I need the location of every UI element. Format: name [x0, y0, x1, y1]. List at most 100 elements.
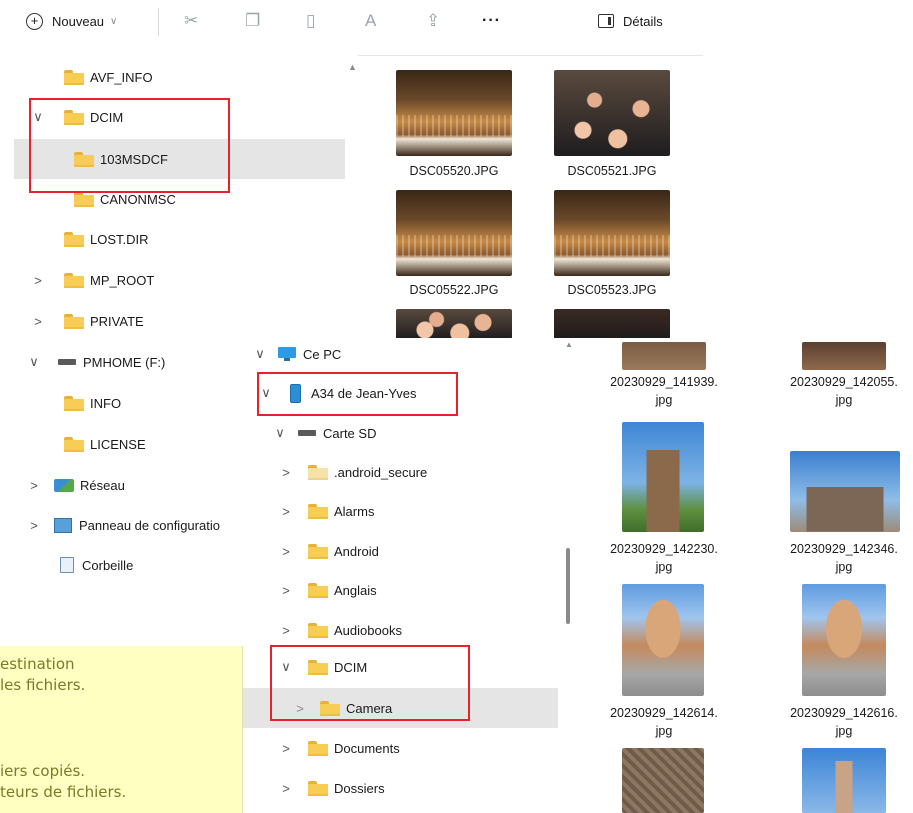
folder-icon	[308, 622, 328, 638]
chevron-right-icon[interactable]: >	[278, 544, 294, 559]
tree-item-network[interactable]: > Réseau	[26, 465, 236, 505]
image-thumbnail[interactable]	[802, 748, 886, 813]
tree-item-label: MP_ROOT	[90, 272, 155, 288]
chevron-right-icon[interactable]: >	[26, 478, 42, 493]
image-thumbnail[interactable]	[622, 422, 704, 532]
tree-item-dossiers[interactable]: > Dossiers	[278, 768, 562, 808]
image-thumbnail[interactable]	[790, 451, 900, 532]
share-icon[interactable]: ⇪	[426, 8, 440, 34]
tree-item-mp-root[interactable]: > MP_ROOT	[30, 260, 346, 300]
pc-icon	[278, 347, 296, 361]
tree-item-anglais[interactable]: > Anglais	[278, 570, 562, 610]
plus-circle-icon: +	[26, 12, 43, 30]
chevron-right-icon[interactable]: >	[30, 273, 46, 288]
folder-icon	[64, 231, 84, 247]
more-options-button[interactable]: ···	[482, 8, 501, 34]
tree-item-control-panel[interactable]: > Panneau de configuratio	[26, 505, 236, 545]
tree-item-android-secure[interactable]: > .android_secure	[278, 452, 562, 492]
highlight-box-phone-dcim	[270, 645, 470, 721]
image-thumbnail[interactable]	[396, 190, 512, 276]
tree-item-label: .android_secure	[334, 464, 428, 480]
image-thumbnail[interactable]	[396, 70, 512, 156]
folder-icon	[308, 582, 328, 598]
new-button[interactable]: + Nouveau ∨	[26, 8, 117, 34]
file-name-line2: jpg	[835, 560, 853, 574]
folder-icon	[308, 503, 328, 519]
highlight-box-back-dcim	[29, 98, 230, 193]
details-button[interactable]: Détails	[598, 8, 663, 34]
tree-item-pmhome[interactable]: ∨ PMHOME (F:)	[26, 342, 236, 382]
tree-item-license[interactable]: LICENSE	[46, 424, 236, 464]
tree-item-label: LICENSE	[90, 436, 146, 452]
tree-item-label: Réseau	[80, 477, 125, 493]
chevron-right-icon[interactable]: >	[278, 781, 294, 796]
tree-item-label: Audiobooks	[334, 622, 402, 638]
tree-item-audiobooks[interactable]: > Audiobooks	[278, 610, 562, 650]
chevron-right-icon[interactable]: >	[30, 314, 46, 329]
chevron-down-icon[interactable]: ∨	[26, 354, 42, 370]
tree-item-android[interactable]: > Android	[278, 531, 562, 571]
tree-item-sd-card[interactable]: ∨ Carte SD	[272, 413, 562, 453]
details-pane-icon	[598, 14, 614, 28]
scrollbar-thumb[interactable]	[566, 548, 570, 624]
file-name: DSC05520.JPG	[409, 164, 499, 178]
file-name-line2: jpg	[655, 724, 673, 738]
image-thumbnail[interactable]	[554, 190, 670, 276]
file-name: DSC05522.JPG	[409, 283, 499, 297]
tree-item-label: Panneau de configuratio	[79, 517, 220, 533]
tree-item-alarms[interactable]: > Alarms	[278, 491, 562, 531]
file-name-line2: jpg	[835, 393, 853, 407]
file-name-line1: 20230929_141939.	[610, 375, 718, 389]
file-name-line1: 20230929_142346.	[790, 542, 898, 556]
file-name-line1: 20230929_142055.	[790, 375, 898, 389]
tree-item-label: Ce PC	[303, 346, 342, 362]
tree-item-lost-dir[interactable]: LOST.DIR	[46, 219, 346, 259]
copy-icon[interactable]: ❐	[245, 8, 260, 34]
chevron-right-icon[interactable]: >	[278, 583, 294, 598]
chevron-right-icon[interactable]: >	[278, 741, 294, 756]
tree-item-documents[interactable]: > Documents	[278, 728, 562, 768]
scroll-up-arrow-icon[interactable]: ▲	[565, 340, 573, 349]
image-thumbnail[interactable]	[554, 70, 670, 156]
image-thumbnail[interactable]	[622, 342, 706, 370]
command-bar: + Nouveau ∨ ✂ ❐ ▯ A ⇪ ··· Détails	[0, 0, 720, 44]
paste-icon[interactable]: ▯	[306, 8, 315, 34]
chevron-right-icon[interactable]: >	[278, 504, 294, 519]
tree-item-recycle-bin[interactable]: Corbeille	[46, 545, 236, 585]
tree-item-label: Corbeille	[82, 557, 134, 573]
toolbar-separator	[158, 8, 159, 36]
drive-icon	[58, 359, 76, 365]
image-thumbnail[interactable]	[554, 309, 670, 339]
tree-item-label: Android	[334, 543, 379, 559]
tree-item-avf-info[interactable]: AVF_INFO	[46, 57, 346, 97]
folder-icon	[308, 740, 328, 756]
chevron-right-icon[interactable]: >	[278, 465, 294, 480]
folder-icon	[64, 313, 84, 329]
recycle-bin-icon	[60, 557, 74, 573]
chevron-right-icon[interactable]: >	[26, 518, 42, 533]
chevron-right-icon[interactable]: >	[278, 623, 294, 638]
tree-item-label: PMHOME (F:)	[83, 354, 166, 370]
tree-item-label: Dossiers	[334, 780, 385, 796]
file-name-line1: 20230929_142230.	[610, 542, 718, 556]
image-thumbnail[interactable]	[622, 748, 704, 813]
tree-item-label: Documents	[334, 740, 400, 756]
folder-icon	[64, 272, 84, 288]
cut-icon[interactable]: ✂	[184, 8, 198, 34]
folder-icon	[64, 395, 84, 411]
folder-icon	[308, 780, 328, 796]
instruction-note: estination les fichiers. iers copiés. te…	[0, 646, 243, 813]
rename-icon[interactable]: A	[365, 8, 376, 34]
chevron-down-icon[interactable]: ∨	[252, 346, 268, 362]
image-thumbnail[interactable]	[802, 342, 886, 370]
chevron-down-icon: ∨	[110, 15, 118, 27]
chevron-down-icon[interactable]: ∨	[272, 425, 288, 441]
file-name-line1: 20230929_142616.	[790, 706, 898, 720]
tree-item-label: Anglais	[334, 582, 377, 598]
tree-item-info[interactable]: INFO	[46, 383, 236, 423]
image-thumbnail[interactable]	[622, 584, 704, 696]
scroll-up-arrow-icon[interactable]: ▲	[348, 62, 357, 72]
tree-item-this-pc[interactable]: ∨ Ce PC	[252, 334, 562, 374]
folder-icon	[308, 543, 328, 559]
image-thumbnail[interactable]	[802, 584, 886, 696]
